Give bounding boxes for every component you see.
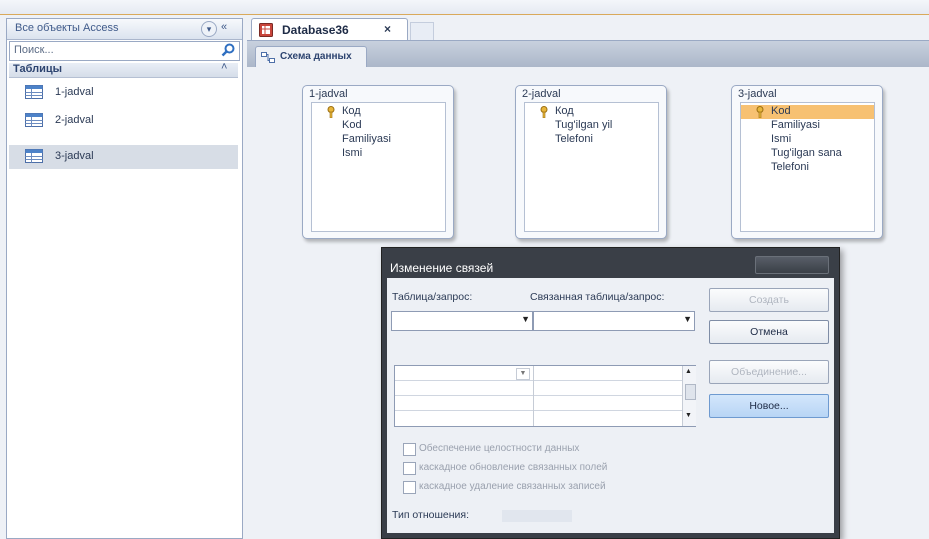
table-card-title[interactable]: 2-jadval xyxy=(522,88,561,100)
tab-database36[interactable]: Database36 × xyxy=(251,18,408,41)
grid-scrollbar[interactable]: ▲ ▼ xyxy=(682,366,696,426)
field-item[interactable]: Ismi xyxy=(741,133,874,147)
field-item[interactable]: Familiyasi xyxy=(312,133,445,147)
nav-item-3-jadval[interactable]: 3-jadval xyxy=(9,145,238,169)
tab-relationships[interactable]: Схема данных xyxy=(255,46,367,69)
field-name: Telefoni xyxy=(771,161,809,173)
new-button[interactable]: Новое... xyxy=(709,394,829,418)
field-name: Kod xyxy=(342,119,362,131)
tab-label: Database36 xyxy=(282,23,349,37)
nav-item-label: 1-jadval xyxy=(55,86,94,98)
field-name: Telefoni xyxy=(555,133,593,145)
nav-title[interactable]: Все объекты Access xyxy=(15,22,118,34)
field-name: Familiyasi xyxy=(771,119,820,131)
related-table-select[interactable]: ▼ xyxy=(533,311,695,331)
field-name: Kod xyxy=(771,105,791,117)
search-icon[interactable] xyxy=(220,42,236,58)
collapse-pane-icon[interactable]: « xyxy=(221,21,227,33)
grid-row[interactable]: ▼ xyxy=(395,366,682,381)
field-item[interactable]: Familiyasi xyxy=(741,119,874,133)
ribbon-strip: Схема данных xyxy=(247,40,929,69)
field-mapping-grid[interactable]: ▼ ▲ ▼ xyxy=(394,365,696,427)
relationships-icon xyxy=(261,52,275,63)
field-name: Код xyxy=(555,105,574,117)
field-name: Код xyxy=(342,105,361,117)
field-item[interactable]: Telefoni xyxy=(525,133,658,147)
field-item[interactable]: Tug'ilgan yil xyxy=(525,119,658,133)
nav-item-label: 2-jadval xyxy=(55,114,94,126)
field-name: Ismi xyxy=(771,133,792,145)
group-label: Таблицы xyxy=(13,63,62,75)
integrity-checkbox[interactable] xyxy=(403,443,416,456)
field-item[interactable]: Код xyxy=(312,105,445,119)
nav-item-label: 3-jadval xyxy=(55,150,94,162)
table-icon xyxy=(25,149,43,163)
tables-group-header[interactable]: Таблицы ˄ xyxy=(9,61,238,78)
cascade-update-label: каскадное обновление связанных полей xyxy=(419,462,608,473)
nav-header[interactable]: Все объекты Access ▾ « xyxy=(7,19,242,40)
integrity-label: Обеспечение целостности данных xyxy=(419,443,580,454)
field-item[interactable]: Ismi xyxy=(312,147,445,161)
table-icon xyxy=(25,85,43,99)
new-tab-placeholder xyxy=(410,22,434,42)
chevron-down-icon[interactable]: ▼ xyxy=(516,368,530,380)
table-card-title[interactable]: 1-jadval xyxy=(309,88,348,100)
grid-row[interactable] xyxy=(395,396,682,411)
dialog-body: Таблица/запрос: Связанная таблица/запрос… xyxy=(387,278,834,533)
chevron-up-icon[interactable]: ˄ xyxy=(221,61,227,73)
navigation-pane: Все объекты Access ▾ « Поиск... Таблицы … xyxy=(6,18,243,539)
field-name: Tug'ilgan sana xyxy=(771,147,842,159)
cascade-delete-label: каскадное удаление связанных записей xyxy=(419,481,606,492)
edit-relationships-dialog: Изменение связей Таблица/запрос: Связанн… xyxy=(381,247,840,539)
cascade-update-checkbox[interactable] xyxy=(403,462,416,475)
table-query-select[interactable]: ▼ xyxy=(391,311,533,331)
field-name: Tug'ilgan yil xyxy=(555,119,613,131)
table-card-3-jadval[interactable]: 3-jadval Kod Familiyasi Ismi Tug'ilgan s… xyxy=(731,85,883,239)
cancel-button[interactable]: Отмена xyxy=(709,320,829,344)
field-list[interactable]: Код Tug'ilgan yil Telefoni xyxy=(524,102,659,232)
create-button[interactable]: Создать xyxy=(709,288,829,312)
table-query-label: Таблица/запрос: xyxy=(392,291,473,303)
subtab-label: Схема данных xyxy=(280,51,352,62)
search-placeholder[interactable]: Поиск... xyxy=(14,44,54,56)
chevron-down-icon[interactable]: ▼ xyxy=(521,314,530,324)
grid-row[interactable] xyxy=(395,381,682,396)
table-icon xyxy=(25,113,43,127)
field-name: Familiyasi xyxy=(342,133,391,145)
field-item[interactable]: Tug'ilgan sana xyxy=(741,147,874,161)
database-icon xyxy=(259,23,273,37)
relation-type-value xyxy=(502,510,572,522)
chevron-down-icon[interactable]: ▾ xyxy=(201,21,217,37)
dialog-title[interactable]: Изменение связей xyxy=(390,261,493,275)
field-list[interactable]: Kod Familiyasi Ismi Tug'ilgan sana Telef… xyxy=(740,102,875,232)
cascade-delete-checkbox[interactable] xyxy=(403,481,416,494)
title-strip xyxy=(0,0,929,15)
table-card-title[interactable]: 3-jadval xyxy=(738,88,777,100)
search-input[interactable]: Поиск... xyxy=(9,41,240,61)
nav-item-2-jadval[interactable]: 2-jadval xyxy=(9,109,238,133)
related-table-label: Связанная таблица/запрос: xyxy=(530,291,665,303)
table-card-1-jadval[interactable]: 1-jadval Код Kod Familiyasi Ismi xyxy=(302,85,454,239)
scroll-up-icon[interactable]: ▲ xyxy=(685,368,692,375)
field-item-selected[interactable]: Kod xyxy=(741,105,874,119)
table-card-2-jadval[interactable]: 2-jadval Код Tug'ilgan yil Telefoni xyxy=(515,85,667,239)
scroll-thumb[interactable] xyxy=(685,384,696,400)
primary-key-icon xyxy=(327,106,335,118)
field-item[interactable]: Код xyxy=(525,105,658,119)
field-item[interactable]: Telefoni xyxy=(741,161,874,175)
field-name: Ismi xyxy=(342,147,363,159)
scroll-down-icon[interactable]: ▼ xyxy=(685,412,692,419)
primary-key-icon xyxy=(756,106,764,118)
join-type-button[interactable]: Объединение... xyxy=(709,360,829,384)
dialog-window-buttons[interactable] xyxy=(755,256,829,274)
field-item[interactable]: Kod xyxy=(312,119,445,133)
grid-divider xyxy=(533,366,534,426)
nav-item-1-jadval[interactable]: 1-jadval xyxy=(9,81,238,105)
field-list[interactable]: Код Kod Familiyasi Ismi xyxy=(311,102,446,232)
close-icon[interactable]: × xyxy=(384,22,391,36)
primary-key-icon xyxy=(540,106,548,118)
chevron-down-icon[interactable]: ▼ xyxy=(683,314,692,324)
relation-type-label: Тип отношения: xyxy=(392,509,470,521)
